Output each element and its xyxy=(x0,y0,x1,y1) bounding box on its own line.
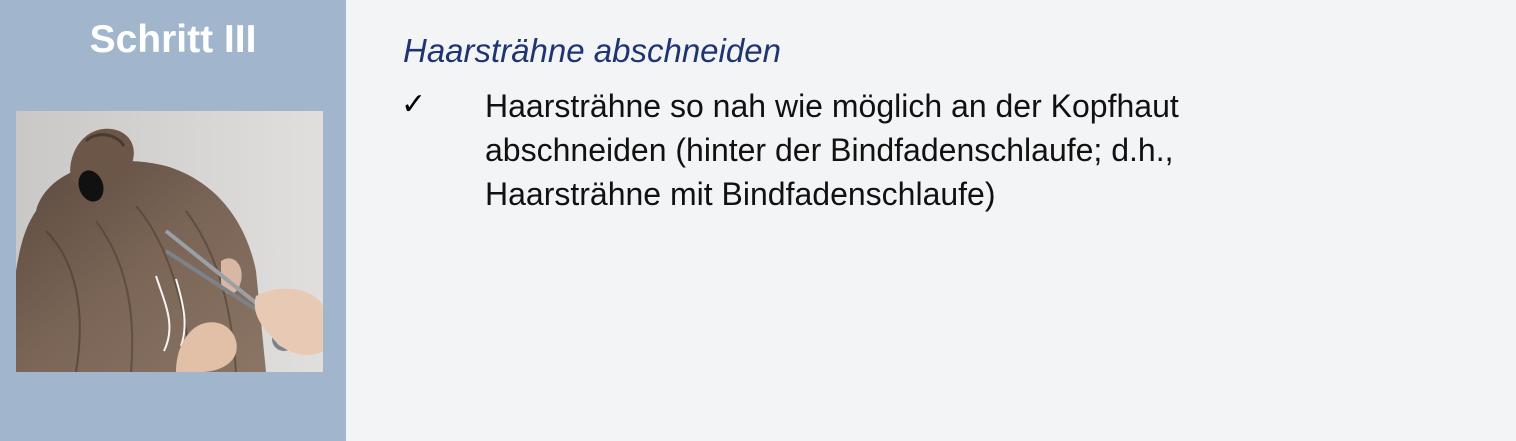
bullet-text: Haarsträhne so nah wie möglich an der Ko… xyxy=(485,84,1465,216)
hair-cutting-illustration xyxy=(16,111,323,372)
step-sidebar: Schritt III xyxy=(0,0,346,441)
bullet-line: Haarsträhne mit Bindfadenschlaufe) xyxy=(485,176,996,212)
instruction-content: Haarsträhne abschneiden ✓ Haarsträhne so… xyxy=(346,0,1516,441)
bullet-line: Haarsträhne so nah wie möglich an der Ko… xyxy=(485,88,1179,124)
hair-cutting-photo xyxy=(16,111,323,372)
section-subtitle: Haarsträhne abschneiden xyxy=(403,32,781,69)
step-title: Schritt III xyxy=(89,18,257,61)
checkmark-icon: ✓ xyxy=(401,87,427,122)
bullet-line: abschneiden (hinter der Bindfadenschlauf… xyxy=(485,132,1174,168)
